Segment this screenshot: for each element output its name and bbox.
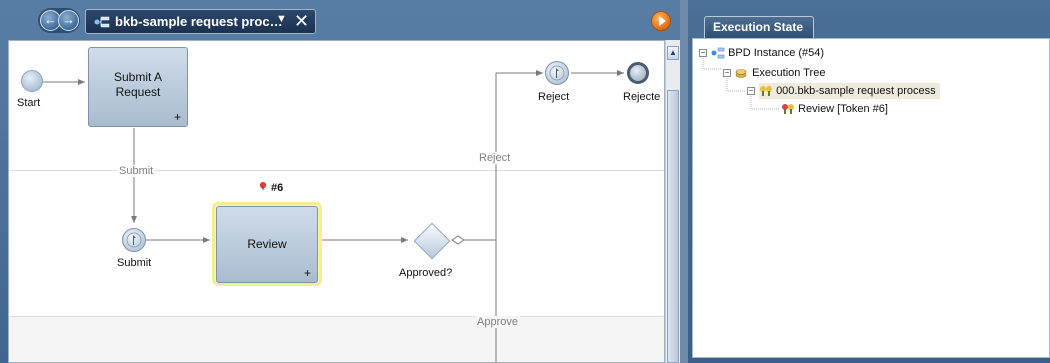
- task-submit-label-1: Submit A: [113, 70, 163, 84]
- expand-icon: +: [173, 110, 181, 124]
- task-submit-request[interactable]: Submit A Request +: [88, 47, 188, 127]
- diagram-canvas[interactable]: Start Submit A Request + Submit Submit #…: [8, 40, 665, 363]
- process-icon: [94, 16, 110, 28]
- forward-button[interactable]: →: [58, 10, 79, 31]
- scroll-up-button[interactable]: ▲: [667, 46, 679, 60]
- task-review-label: Review: [247, 237, 287, 251]
- editor-tab[interactable]: bkb-sample request proc… ▼ ✕: [85, 9, 316, 34]
- editor-toolbar: ← → bkb-sample request proc… ▼ ✕: [0, 0, 680, 38]
- tree-guides: [702, 58, 779, 110]
- process-editor: ← → bkb-sample request proc… ▼ ✕ Start S…: [0, 0, 680, 363]
- submit-event-label: Submit: [117, 257, 152, 269]
- reject-event[interactable]: [545, 61, 569, 85]
- token-label: #6: [271, 182, 284, 194]
- editor-tab-title: bkb-sample request proc…: [115, 14, 283, 29]
- arrow-left-icon: ←: [44, 12, 57, 27]
- flow-label-submit: Submit: [117, 165, 156, 177]
- tab-execution-state[interactable]: Execution State: [704, 16, 814, 38]
- start-event[interactable]: [21, 70, 43, 92]
- flow-label-reject: Reject: [477, 152, 513, 164]
- flow-label-approve: Approve: [475, 316, 520, 328]
- message-icon: [549, 65, 565, 81]
- pin-icon: [259, 182, 267, 191]
- reject-event-label: Reject: [538, 91, 570, 103]
- end-event[interactable]: [627, 62, 649, 84]
- submit-event[interactable]: [122, 228, 146, 252]
- scroll-thumb[interactable]: [667, 90, 679, 363]
- message-icon: [126, 232, 142, 248]
- close-icon[interactable]: ✕: [294, 11, 309, 32]
- arrow-right-icon: →: [62, 12, 75, 27]
- execution-tree: − BPD Instance (#54) − Execution Tree − …: [692, 38, 1050, 358]
- task-review[interactable]: Review +: [216, 206, 318, 283]
- end-event-label: Rejecte: [623, 91, 661, 103]
- vertical-scrollbar[interactable]: ▲: [665, 40, 680, 363]
- gateway-label: Approved?: [399, 267, 453, 279]
- start-label: Start: [17, 97, 41, 109]
- execution-state-panel: Execution State − BPD Instance (#54) − E…: [688, 0, 1050, 363]
- task-submit-label-2: Request: [115, 85, 161, 99]
- expand-icon: +: [303, 266, 311, 280]
- play-icon[interactable]: [652, 12, 670, 30]
- chevron-down-icon[interactable]: ▼: [276, 13, 287, 25]
